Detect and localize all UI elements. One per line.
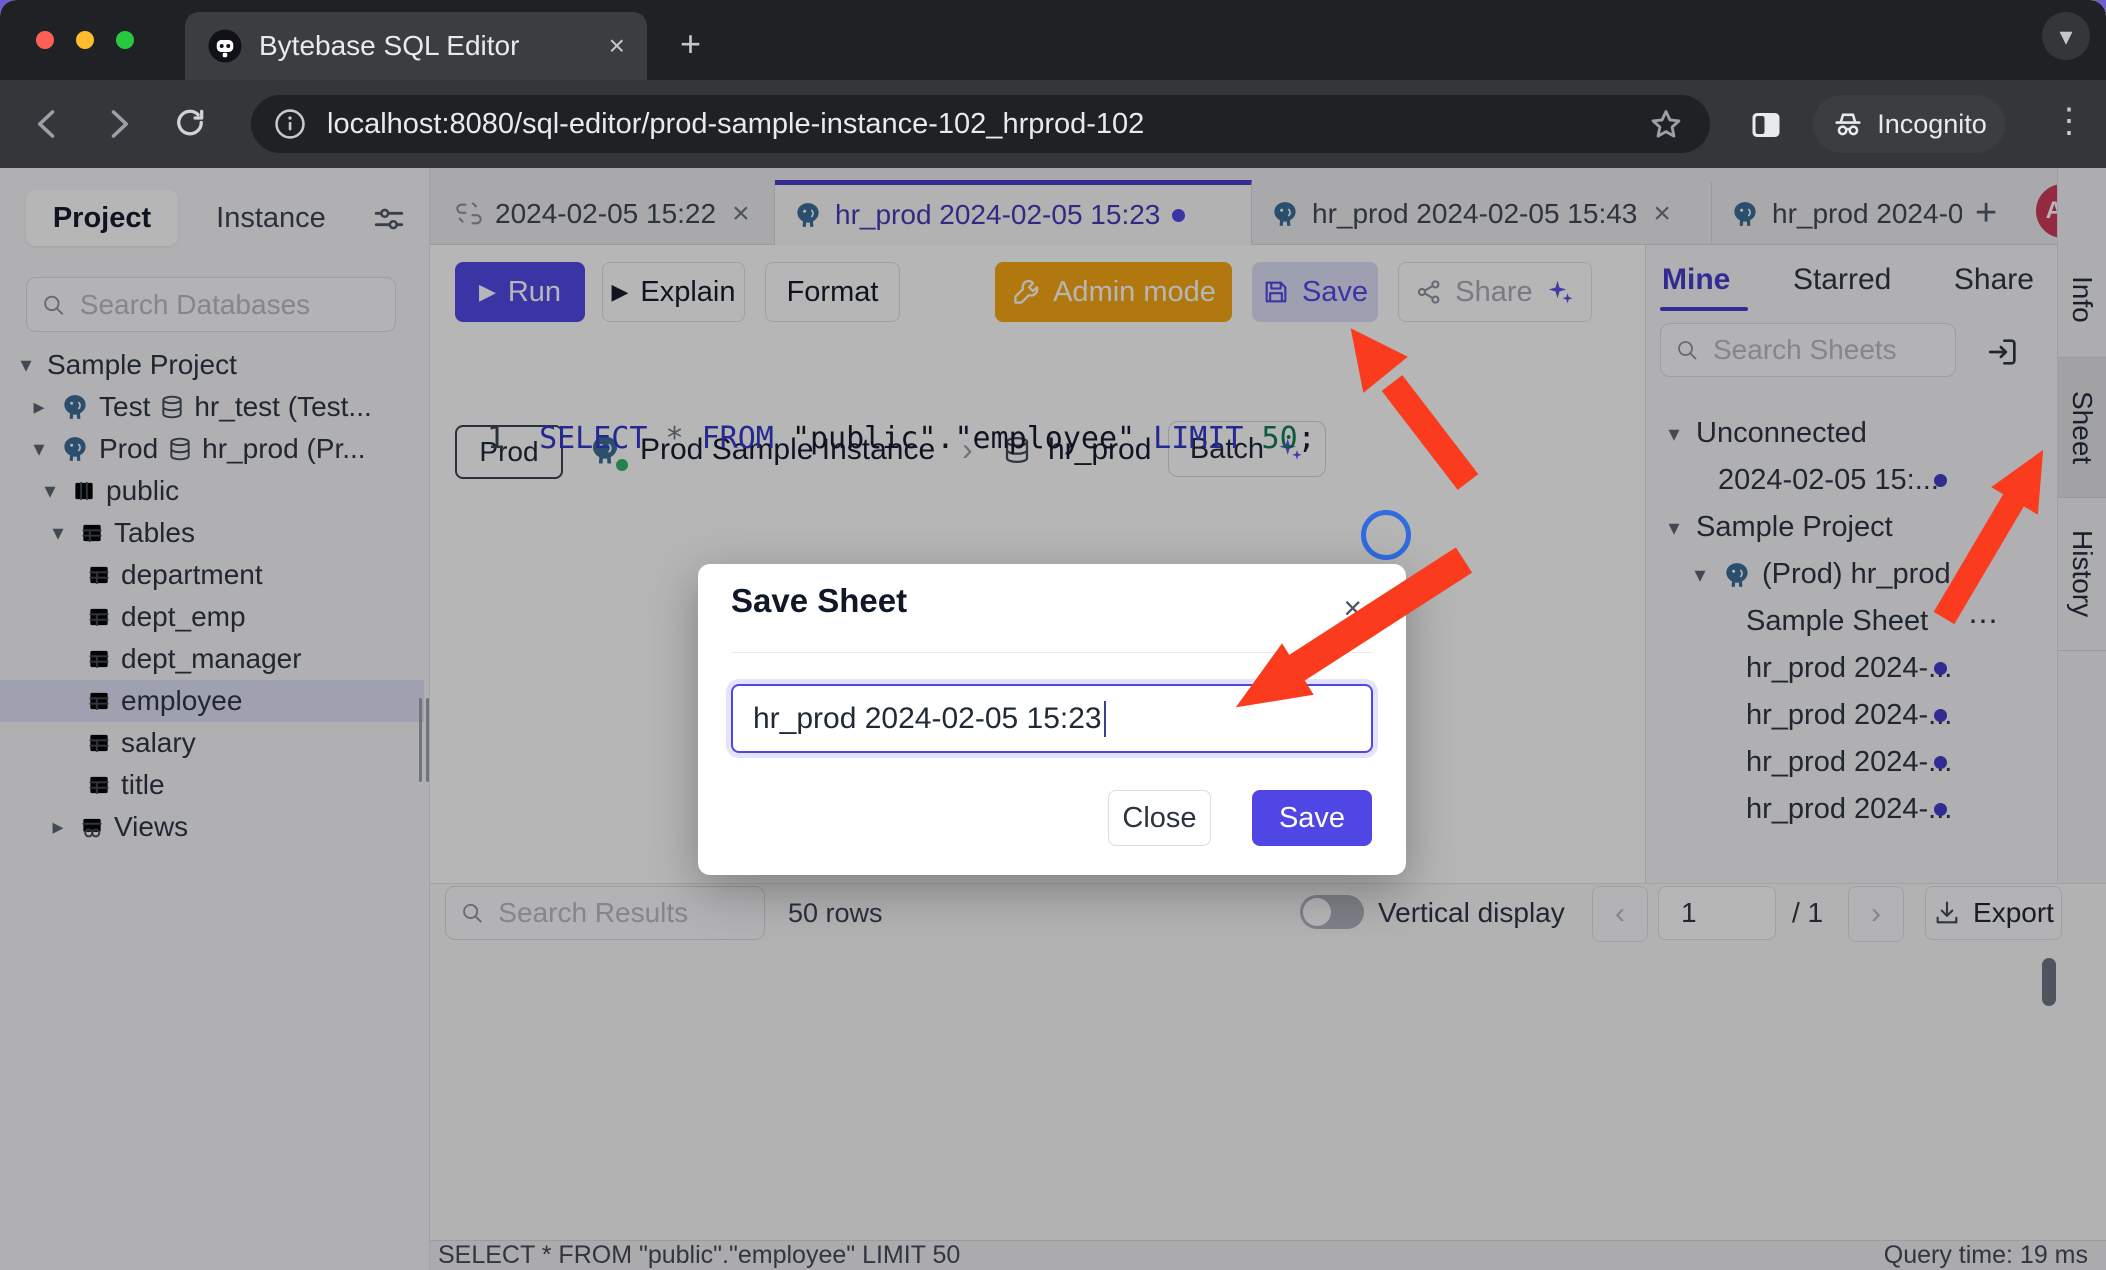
incognito-label: Incognito xyxy=(1877,109,1987,140)
sheet-name-value: hr_prod 2024-02-05 15:23 xyxy=(753,702,1102,736)
browser-tab-title: Bytebase SQL Editor xyxy=(259,30,593,62)
dialog-divider xyxy=(731,652,1373,653)
tab-search-chevron-icon[interactable]: ▾ xyxy=(2042,12,2090,60)
url-bar[interactable]: localhost:8080/sql-editor/prod-sample-in… xyxy=(251,95,1710,153)
window-controls xyxy=(36,31,134,49)
browser-toolbar: localhost:8080/sql-editor/prod-sample-in… xyxy=(0,80,2106,168)
text-cursor xyxy=(1104,701,1106,737)
browser-tab[interactable]: Bytebase SQL Editor × xyxy=(185,12,647,80)
incognito-icon xyxy=(1831,107,1865,141)
reload-icon[interactable] xyxy=(172,106,208,142)
site-info-icon[interactable] xyxy=(273,107,307,141)
bytebase-sql-editor-window: Bytebase SQL Editor × + ▾ localhost:8080… xyxy=(0,0,2106,1270)
maximize-window-button[interactable] xyxy=(116,31,134,49)
connection-spinner-icon xyxy=(1361,510,1411,560)
save-sheet-dialog: Save Sheet × hr_prod 2024-02-05 15:23 Cl… xyxy=(698,564,1406,875)
browser-menu-icon[interactable]: ⋮ xyxy=(2052,104,2086,138)
forward-icon[interactable] xyxy=(100,106,136,142)
bytebase-favicon xyxy=(207,28,243,64)
close-window-button[interactable] xyxy=(36,31,54,49)
dialog-save-button[interactable]: Save xyxy=(1252,790,1372,846)
side-panel-icon[interactable] xyxy=(1748,107,1784,143)
new-tab-button[interactable]: + xyxy=(680,26,701,62)
dialog-close-button[interactable]: Close xyxy=(1108,790,1211,846)
sheet-name-input[interactable]: hr_prod 2024-02-05 15:23 xyxy=(731,684,1373,753)
dialog-title: Save Sheet xyxy=(731,582,907,620)
back-icon[interactable] xyxy=(30,106,66,142)
close-tab-icon[interactable]: × xyxy=(609,30,625,62)
minimize-window-button[interactable] xyxy=(76,31,94,49)
browser-chrome: Bytebase SQL Editor × + ▾ localhost:8080… xyxy=(0,0,2106,168)
close-dialog-icon[interactable]: × xyxy=(1343,590,1362,627)
incognito-badge: Incognito xyxy=(1813,95,2005,153)
bookmark-star-icon[interactable] xyxy=(1648,107,1684,143)
url-text: localhost:8080/sql-editor/prod-sample-in… xyxy=(327,108,1144,141)
